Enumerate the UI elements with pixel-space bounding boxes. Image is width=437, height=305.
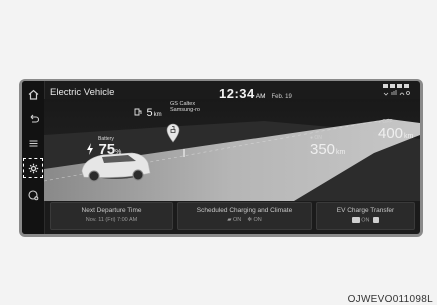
status-icons bbox=[382, 83, 412, 99]
range-on-value: 350 bbox=[310, 141, 336, 158]
v2l-secondary-badge-icon bbox=[372, 217, 380, 223]
status-icon-d bbox=[404, 84, 409, 88]
ev-charge-transfer-status: ON bbox=[317, 217, 414, 223]
add-icon[interactable] bbox=[26, 188, 40, 202]
range-on: 350km bbox=[310, 141, 345, 159]
figure-caption: OJWEVO011098L bbox=[347, 294, 433, 305]
bottom-panels: Next Departure Time Nov. 11 (Fri) 7:00 A… bbox=[44, 202, 420, 230]
distance-unit: km bbox=[153, 112, 162, 118]
range-map: 5km GS Caltex Samsung-ro Battery 75% ● O… bbox=[44, 99, 420, 201]
sidebar bbox=[22, 81, 45, 234]
distance-to-station: 5km bbox=[134, 103, 162, 121]
transfer-on-state: ON bbox=[361, 217, 370, 224]
range-off-value: 400 bbox=[378, 125, 404, 142]
menu-icon[interactable] bbox=[26, 136, 40, 150]
fan-icon: ✻ bbox=[247, 217, 252, 223]
lightning-icon bbox=[87, 143, 93, 155]
climate-state: ON bbox=[253, 217, 262, 223]
back-icon[interactable] bbox=[26, 112, 40, 126]
next-departure-title: Next Departure Time bbox=[81, 207, 142, 214]
battery-level: 75% bbox=[86, 141, 121, 159]
status-icon-b bbox=[390, 84, 395, 88]
station-name: GS Caltex Samsung-ro bbox=[170, 101, 200, 113]
next-departure-panel[interactable]: Next Departure Time Nov. 11 (Fri) 7:00 A… bbox=[50, 202, 173, 230]
scheduled-charging-title: Scheduled Charging and Climate bbox=[196, 207, 293, 214]
range-off-unit: km bbox=[404, 133, 414, 140]
station-name-line2: Samsung-ro bbox=[170, 107, 200, 113]
charger-icon bbox=[134, 108, 142, 116]
infotainment-screen: Electric Vehicle 12:34AM Feb. 19 5km GS … bbox=[22, 81, 420, 234]
status-icon-a bbox=[383, 84, 388, 88]
scheduled-charging-status: ▰ ON ✻ ON bbox=[178, 217, 311, 223]
home-icon[interactable] bbox=[26, 87, 40, 101]
ev-charge-transfer-panel[interactable]: EV Charge Transfer ON bbox=[316, 202, 415, 230]
range-on-unit: km bbox=[336, 149, 346, 156]
range-off: 400km bbox=[378, 125, 413, 143]
next-departure-time: Nov. 11 (Fri) 7:00 AM bbox=[85, 217, 138, 223]
scheduled-charging-panel[interactable]: Scheduled Charging and Climate ▰ ON ✻ ON bbox=[177, 202, 312, 230]
plug-icon: ▰ bbox=[227, 217, 232, 223]
distance-value: 5 bbox=[146, 107, 153, 119]
charging-state: ON bbox=[233, 217, 242, 223]
v2l-badge-icon bbox=[351, 217, 360, 223]
gear-icon[interactable] bbox=[23, 158, 43, 178]
top-bar: Electric Vehicle 12:34AM Feb. 19 bbox=[44, 81, 420, 101]
charging-station-pin-icon[interactable] bbox=[166, 123, 180, 143]
status-icon-c bbox=[397, 84, 402, 88]
battery-unit: % bbox=[115, 149, 122, 156]
ev-charge-transfer-title: EV Charge Transfer bbox=[336, 207, 395, 214]
battery-value: 75 bbox=[98, 141, 116, 158]
